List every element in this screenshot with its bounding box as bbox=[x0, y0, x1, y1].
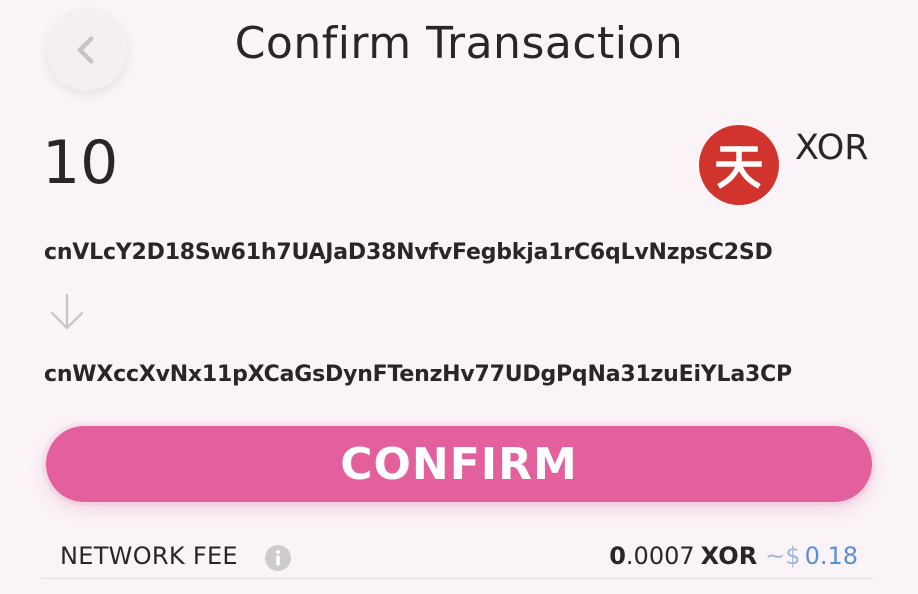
confirm-button[interactable]: CONFIRM bbox=[46, 426, 872, 502]
confirm-button-label: CONFIRM bbox=[340, 438, 578, 490]
to-address: cnWXccXvNx11pXCaGsDynFTenzHv77UDgPqNa31z… bbox=[44, 362, 792, 387]
fee-amount-integer: 0 bbox=[609, 542, 626, 570]
fee-usd-prefix: ~$ bbox=[765, 542, 801, 570]
arrow-down-icon bbox=[50, 293, 84, 330]
from-address: cnVLcY2D18Sw61h7UAJaD38NvfvFegbkja1rC6qL… bbox=[44, 240, 773, 265]
fee-token-symbol: XOR bbox=[700, 542, 758, 570]
confirm-transaction-screen: Confirm Transaction 10 XOR cnVLcY2D18Sw6… bbox=[0, 0, 918, 594]
fee-usd-value: 0.18 bbox=[804, 542, 858, 570]
xor-token-icon bbox=[699, 125, 779, 205]
token-symbol: XOR bbox=[795, 128, 869, 168]
transfer-amount: 10 bbox=[42, 128, 119, 198]
network-fee-value: 0.0007 XOR ~$ 0.18 bbox=[609, 542, 858, 570]
network-fee-row: NETWORK FEE 0.0007 XOR ~$ 0.18 bbox=[42, 538, 874, 579]
page-title: Confirm Transaction bbox=[234, 18, 684, 69]
fee-amount-decimal: .0007 bbox=[625, 542, 695, 570]
network-fee-label: NETWORK FEE bbox=[60, 542, 238, 570]
info-icon[interactable] bbox=[264, 544, 292, 572]
